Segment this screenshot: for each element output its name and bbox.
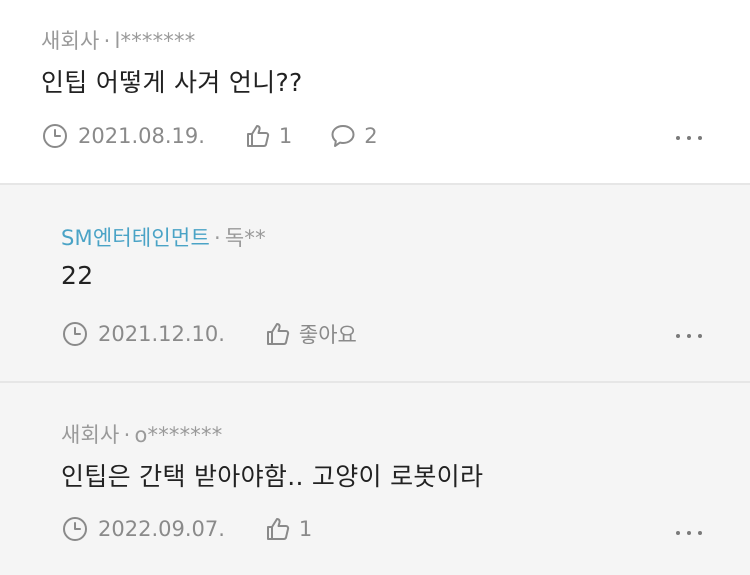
comment: 새회사 · l******* 인팁 어떻게 사겨 언니?? 2021.08.19. … — [0, 0, 750, 183]
like-button[interactable]: 1 — [245, 123, 292, 149]
thumbs-up-icon — [245, 123, 271, 149]
comment-date: 2021.12.10. — [98, 322, 225, 346]
more-dots-icon — [676, 531, 680, 535]
company-name: 새회사 — [41, 29, 100, 53]
user-name: l******* — [114, 29, 196, 53]
clock-icon — [62, 516, 88, 542]
comment-text: 인팁 어떻게 사겨 언니?? — [41, 68, 303, 97]
like-count: 1 — [278, 124, 293, 148]
reply-count: 2 — [364, 124, 378, 148]
comment-meta: 2022.09.07. 1 — [62, 516, 312, 542]
reply-button[interactable]: 2 — [330, 123, 378, 149]
separator: · — [103, 29, 111, 53]
user-name: o******* — [134, 423, 223, 447]
like-button[interactable]: 좋아요 — [265, 319, 357, 349]
comment-author: 새회사 · l******* — [41, 25, 195, 55]
separator: · — [123, 423, 131, 447]
company-name: 새회사 — [61, 423, 120, 447]
comment-author: 새회사 · o******* — [61, 419, 222, 449]
user-name: 독** — [224, 226, 266, 250]
comment-author: SM엔터테인먼트 · 독** — [61, 222, 266, 252]
like-button[interactable]: 1 — [265, 516, 312, 542]
comment-meta: 2021.12.10. 좋아요 — [62, 319, 357, 349]
like-count: 1 — [298, 517, 313, 541]
comment-text: 22 — [61, 261, 94, 290]
separator: · — [213, 226, 221, 250]
reply-comment: 새회사 · o******* 인팁은 간택 받아야함.. 고양이 로봇이라 2022… — [0, 383, 750, 575]
comment-date: 2021.08.19. — [78, 124, 205, 148]
clock-icon — [42, 123, 68, 149]
speech-bubble-icon — [330, 123, 356, 149]
company-link[interactable]: SM엔터테인먼트 — [61, 226, 210, 250]
comment-meta: 2021.08.19. 1 2 — [42, 123, 378, 149]
more-options-button[interactable] — [676, 331, 702, 341]
comment-date: 2022.09.07. — [98, 517, 225, 541]
more-options-button[interactable] — [676, 133, 702, 143]
reply-comment: SM엔터테인먼트 · 독** 22 2021.12.10. 좋아요 — [0, 185, 750, 381]
thumbs-up-icon — [265, 516, 291, 542]
more-dots-icon — [676, 334, 680, 338]
comment-thread: 새회사 · l******* 인팁 어떻게 사겨 언니?? 2021.08.19. … — [0, 0, 750, 575]
clock-icon — [62, 321, 88, 347]
thumbs-up-icon — [265, 321, 291, 347]
more-dots-icon — [676, 136, 680, 140]
like-label: 좋아요 — [298, 323, 357, 347]
comment-text: 인팁은 간택 받아야함.. 고양이 로봇이라 — [61, 462, 484, 491]
more-options-button[interactable] — [676, 528, 702, 538]
